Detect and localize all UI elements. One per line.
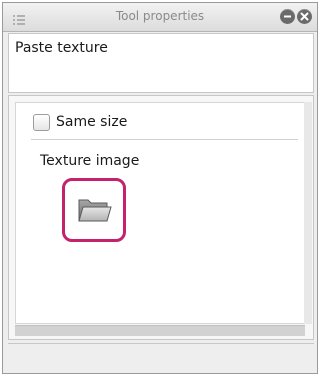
same-size-option[interactable]: Same size [33,111,127,133]
close-icon[interactable] [297,9,312,24]
minimize-icon[interactable] [280,9,295,24]
texture-image-label: Texture image [40,153,140,169]
texture-image-folder-button[interactable] [62,178,126,242]
vertical-scrollbar[interactable] [304,102,312,324]
bottom-bar [8,343,314,369]
tool-name-box: Paste texture [8,33,314,93]
same-size-checkbox[interactable] [33,113,50,131]
horizontal-scrollbar[interactable] [15,325,305,336]
properties-list: Same size Texture image [15,102,305,324]
same-size-label: Same size [56,114,128,130]
tool-name: Paste texture [15,40,108,56]
tool-properties-window: Tool properties Paste texture Same size … [2,2,318,374]
divider [31,139,298,140]
titlebar[interactable]: Tool properties [3,3,317,32]
window-title: Tool properties [115,9,205,23]
properties-panel: Same size Texture image [8,95,314,340]
folder-icon [78,199,112,222]
